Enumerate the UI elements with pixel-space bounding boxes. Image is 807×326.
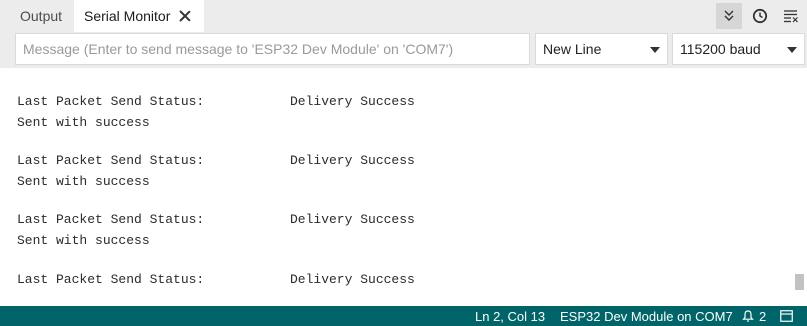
output-line: Sent with success: [17, 174, 150, 189]
panel-tab-bar: Output Serial Monitor: [0, 0, 807, 32]
bell-icon: [742, 310, 754, 322]
output-line: Last Packet Send Status: Delivery Success: [17, 212, 415, 228]
clear-output-button[interactable]: [778, 3, 804, 29]
output-line: Sent with success: [17, 233, 150, 248]
vertical-scrollbar-thumb[interactable]: [795, 274, 804, 290]
tab-serial-monitor[interactable]: Serial Monitor: [74, 0, 204, 32]
caret-down-icon: [650, 47, 660, 53]
board-port-status[interactable]: ESP32 Dev Module on COM7: [560, 306, 733, 326]
panel-icon: [780, 310, 793, 322]
serial-controls: New Line 115200 baud: [0, 32, 807, 68]
output-line-value: Delivery Success: [290, 153, 415, 168]
status-bar: Ln 2, Col 13 ESP32 Dev Module on COM7 2: [0, 306, 807, 326]
output-line-label: Last Packet Send Status:: [17, 272, 205, 287]
clear-output-icon: [784, 10, 798, 23]
line-ending-value: New Line: [543, 41, 602, 57]
tab-output-label: Output: [20, 8, 63, 24]
output-line-value: Delivery Success: [290, 212, 415, 227]
message-input[interactable]: [15, 33, 530, 65]
close-icon[interactable]: [178, 9, 192, 23]
tab-output[interactable]: Output: [8, 0, 68, 32]
line-ending-select[interactable]: New Line: [535, 33, 668, 65]
output-line: Sent with success: [17, 115, 150, 130]
cursor-position[interactable]: Ln 2, Col 13: [475, 306, 545, 326]
tab-serial-monitor-label: Serial Monitor: [84, 8, 171, 24]
baud-rate-value: 115200 baud: [680, 41, 761, 57]
toggle-autoscroll-button[interactable]: [716, 3, 742, 29]
output-line-value: Delivery Success: [290, 272, 415, 287]
output-line: Last Packet Send Status: Delivery Success: [17, 153, 415, 169]
notification-count: 2: [759, 308, 767, 324]
chevrons-down-icon: [724, 10, 734, 21]
caret-down-icon: [787, 47, 797, 53]
output-line-label: Last Packet Send Status:: [17, 94, 205, 109]
output-line-label: Last Packet Send Status:: [17, 153, 205, 168]
output-line: Last Packet Send Status: Delivery Success: [17, 272, 415, 288]
clock-icon: [752, 8, 768, 24]
baud-rate-select[interactable]: 115200 baud: [672, 33, 805, 65]
output-line-label: Last Packet Send Status:: [17, 212, 205, 227]
notifications-button[interactable]: 2: [742, 306, 766, 326]
output-line: Last Packet Send Status: Delivery Success: [17, 94, 415, 110]
serial-output[interactable]: Last Packet Send Status: Delivery Success…: [0, 68, 807, 306]
toggle-timestamp-button[interactable]: [747, 3, 773, 29]
output-line-value: Delivery Success: [290, 94, 415, 109]
toggle-panel-button[interactable]: [780, 306, 793, 326]
